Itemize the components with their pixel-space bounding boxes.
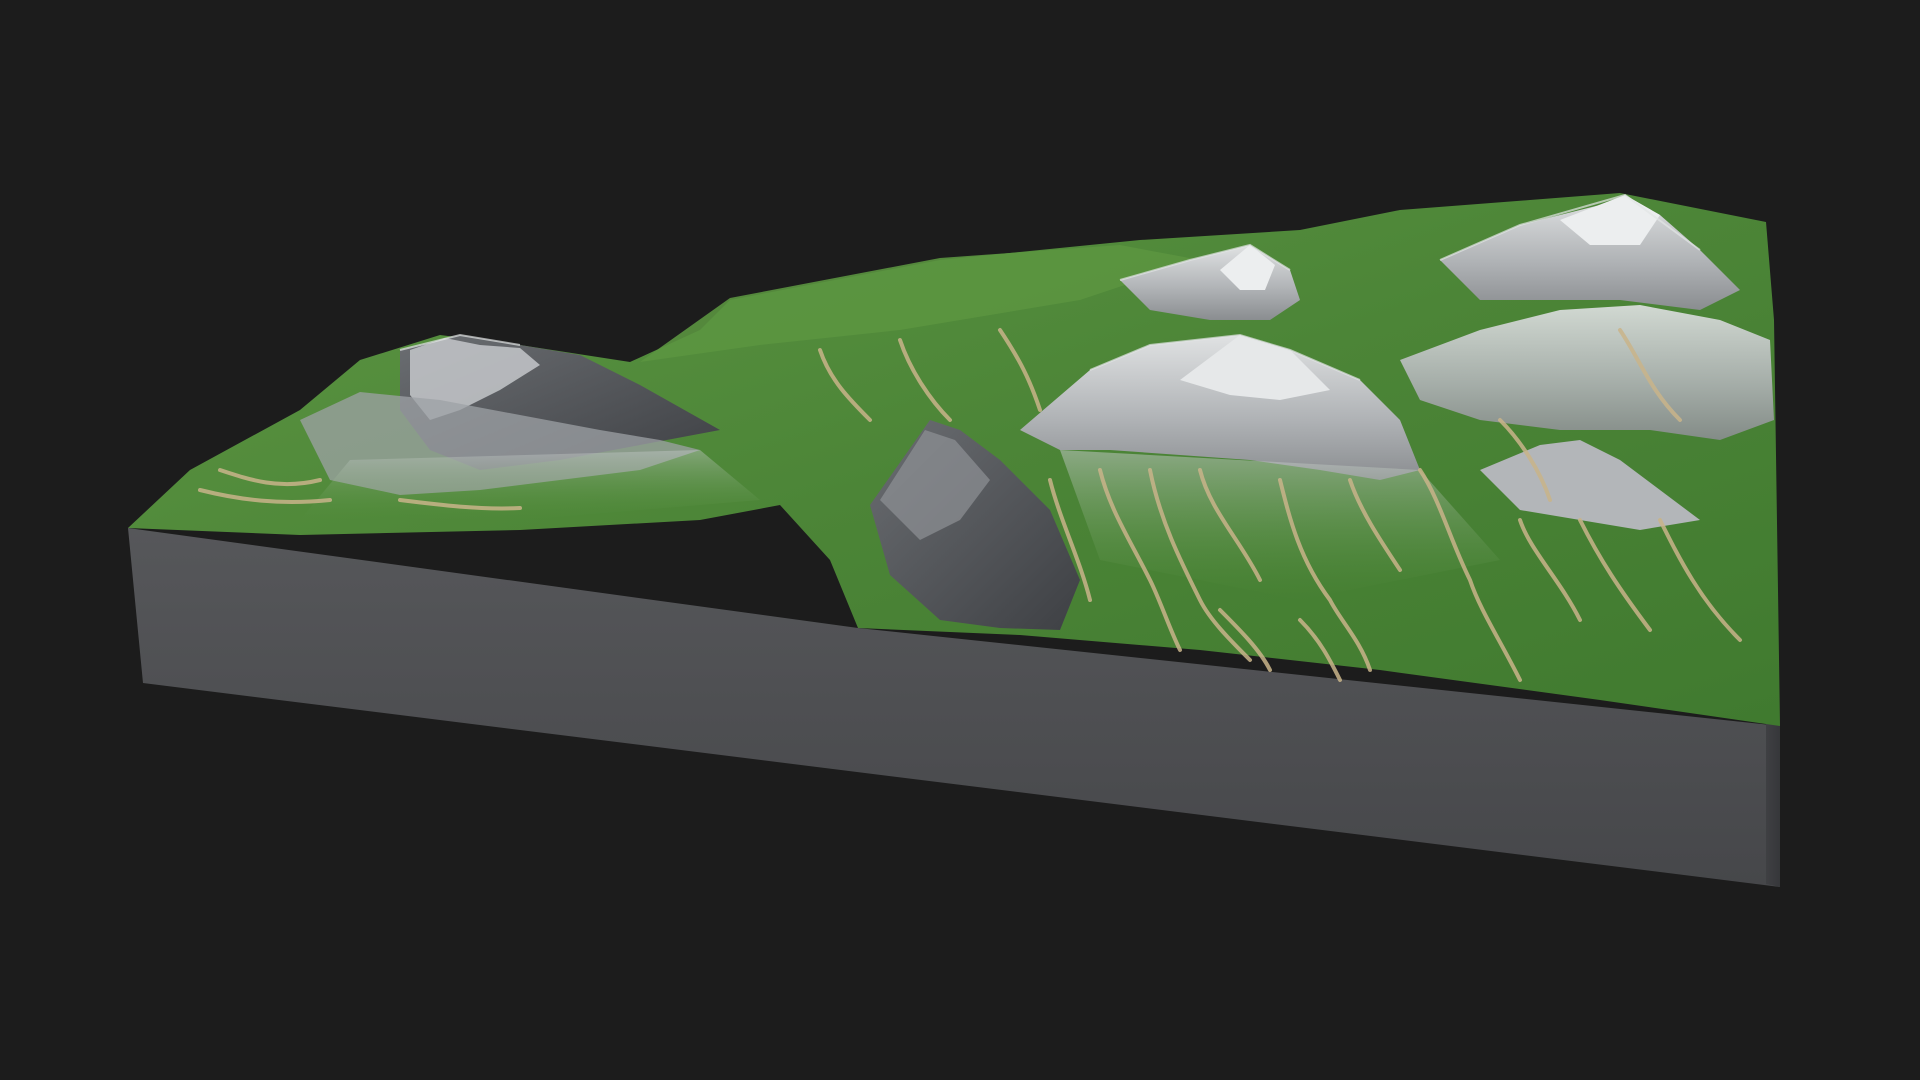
render-viewport [0,0,1920,1080]
terrain-block-right-face [1766,722,1780,887]
terrain-render [128,193,1780,887]
